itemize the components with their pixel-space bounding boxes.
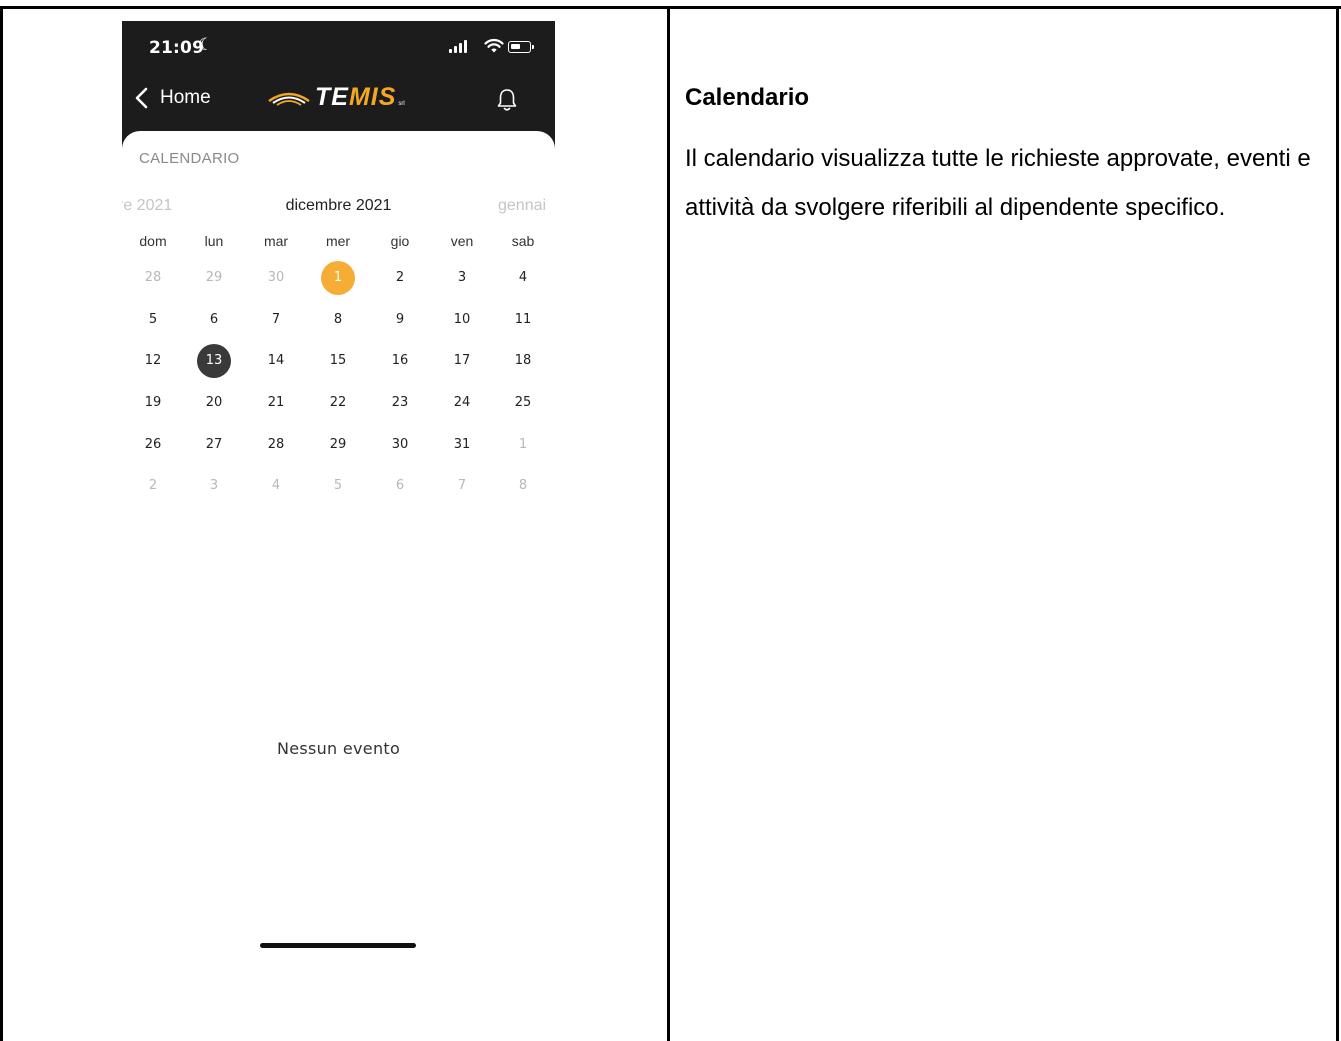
calendar-day[interactable]: 7: [445, 469, 479, 503]
signal-bar-icon: [464, 40, 467, 53]
table-border-divider: [667, 6, 670, 1041]
empty-events-message: Nessun evento: [276, 739, 401, 758]
logo-part2: MIS: [348, 82, 397, 111]
calendar-day[interactable]: 5: [136, 303, 170, 337]
chevron-left-icon: [135, 87, 148, 109]
calendar-day[interactable]: 3: [197, 469, 231, 503]
calendar-day[interactable]: 25: [506, 386, 540, 420]
table-border-top: [0, 6, 1341, 9]
calendar-day[interactable]: 4: [259, 469, 293, 503]
bell-icon[interactable]: [496, 87, 518, 113]
logo-part1: TE: [315, 82, 349, 111]
calendar-day[interactable]: 19: [136, 386, 170, 420]
signal-bar-icon: [449, 49, 452, 53]
doc-heading: Calendario: [685, 84, 810, 111]
calendar-day[interactable]: 8: [321, 303, 355, 337]
calendar-day[interactable]: 29: [197, 261, 231, 295]
status-icons: [449, 38, 535, 55]
calendar-sheet: CALENDARIO re 2021 dicembre 2021 gennai …: [122, 131, 555, 970]
calendar-day[interactable]: 3: [445, 261, 479, 295]
calendar-day[interactable]: 4: [506, 261, 540, 295]
calendar-day[interactable]: 17: [445, 344, 479, 378]
calendar-day[interactable]: 2: [383, 261, 417, 295]
calendar-day[interactable]: 5: [321, 469, 355, 503]
logo-wordmark: TEMIS: [315, 83, 396, 112]
table-border-left: [0, 6, 3, 1041]
calendar-day[interactable]: 11: [506, 303, 540, 337]
battery-icon: [508, 41, 531, 53]
calendar-day[interactable]: 28: [136, 261, 170, 295]
wifi-icon: [484, 38, 504, 53]
temis-logo: TEMIS srl: [267, 83, 405, 111]
battery-tip: [532, 45, 534, 49]
calendar-day[interactable]: 24: [445, 386, 479, 420]
calendar-day[interactable]: 20: [197, 386, 231, 420]
calendar-day[interactable]: 28: [259, 428, 293, 462]
status-time: 21:09: [149, 38, 205, 58]
calendar-day[interactable]: 23: [383, 386, 417, 420]
calendar-day[interactable]: 10: [445, 303, 479, 337]
calendar-day[interactable]: 6: [197, 303, 231, 337]
calendar-day[interactable]: 29: [321, 428, 355, 462]
calendar-day[interactable]: 15: [321, 344, 355, 378]
calendar-day[interactable]: 30: [259, 261, 293, 295]
calendar-day-selected[interactable]: 13: [197, 344, 231, 378]
table-border-right: [1336, 6, 1339, 1041]
calendar-day[interactable]: 18: [506, 344, 540, 378]
calendar-grid: 28 29 30 1 2 3 4 5 6 7 8 9 10 11 12 13 14 15 16 17 18 19 20 21 2…: [122, 131, 555, 531]
calendar-day[interactable]: 6: [383, 469, 417, 503]
calendar-day[interactable]: 2: [136, 469, 170, 503]
home-indicator: [260, 943, 416, 948]
calendar-day[interactable]: 22: [321, 386, 355, 420]
calendar-day[interactable]: 31: [445, 428, 479, 462]
calendar-day[interactable]: 8: [506, 469, 540, 503]
back-label: Home: [160, 87, 211, 108]
calendar-day[interactable]: 7: [259, 303, 293, 337]
calendar-day[interactable]: 21: [259, 386, 293, 420]
calendar-day[interactable]: 12: [136, 344, 170, 378]
calendar-day[interactable]: 16: [383, 344, 417, 378]
logo-suffix: srl: [398, 101, 405, 107]
logo-wings-icon: [268, 92, 310, 106]
calendar-day[interactable]: 27: [197, 428, 231, 462]
back-button[interactable]: Home: [130, 85, 211, 111]
calendar-day[interactable]: 30: [383, 428, 417, 462]
phone-screenshot: 21:09 ☾ Home TEMIS srl CALENDARIO re 202…: [122, 21, 555, 970]
calendar-day[interactable]: 1: [506, 428, 540, 462]
doc-body: Il calendario visualizza tutte le richie…: [685, 145, 1311, 221]
calendar-day[interactable]: 9: [383, 303, 417, 337]
calendar-day[interactable]: 14: [259, 344, 293, 378]
signal-bar-icon: [459, 43, 462, 53]
calendar-day[interactable]: 26: [136, 428, 170, 462]
calendar-day-today[interactable]: 1: [321, 261, 355, 295]
moon-icon: ☾: [198, 35, 214, 55]
signal-bar-icon: [454, 46, 457, 53]
